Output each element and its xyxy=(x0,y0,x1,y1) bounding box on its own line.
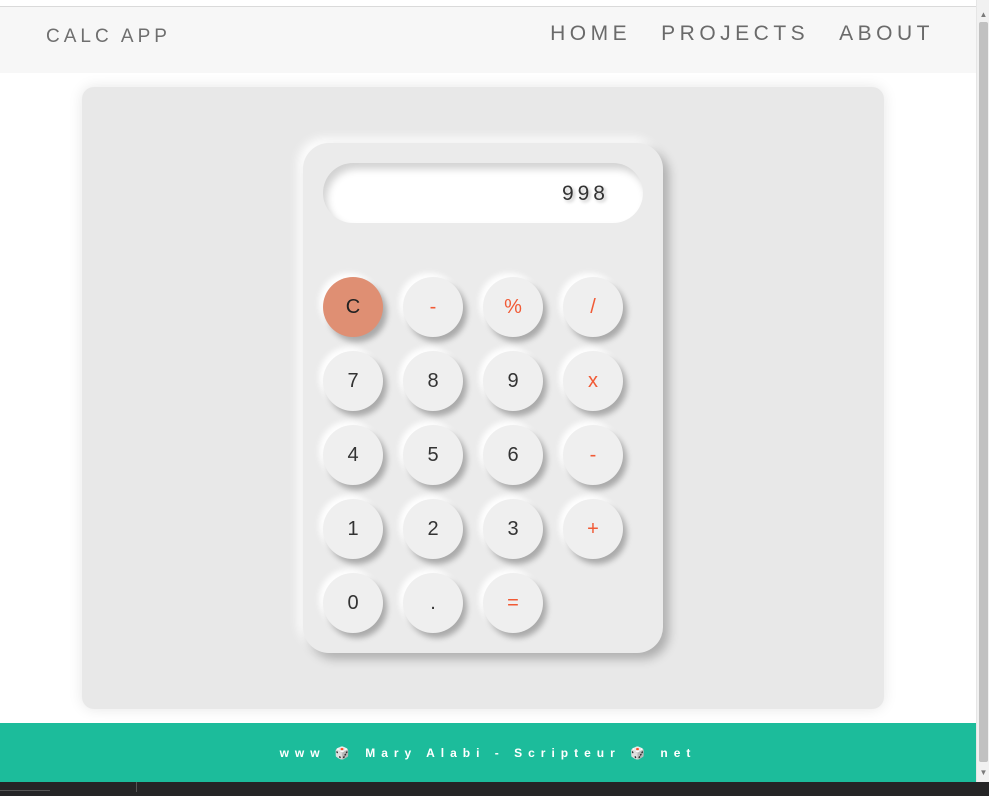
multiply-button[interactable]: x xyxy=(563,351,623,411)
calculator-display: 998 xyxy=(323,163,643,223)
digit-4-button[interactable]: 4 xyxy=(323,425,383,485)
up-arrow-icon[interactable]: ▲ xyxy=(977,8,989,22)
clear-button[interactable]: C xyxy=(323,277,383,337)
footer-credit: www 🎲 Mary Alabi - Scripteur 🎲 net xyxy=(279,745,697,760)
nav-links: HOME PROJECTS ABOUT xyxy=(520,22,934,46)
editor-indent-guide xyxy=(136,782,137,792)
nav-link-projects[interactable]: PROJECTS xyxy=(661,22,809,46)
digit-2-button[interactable]: 2 xyxy=(403,499,463,559)
digit-3-button[interactable]: 3 xyxy=(483,499,543,559)
add-button[interactable]: + xyxy=(563,499,623,559)
navbar: CALC APP HOME PROJECTS ABOUT xyxy=(0,7,976,73)
decimal-button[interactable]: . xyxy=(403,573,463,633)
digit-1-button[interactable]: 1 xyxy=(323,499,383,559)
percent-button[interactable]: % xyxy=(483,277,543,337)
digit-5-button[interactable]: 5 xyxy=(403,425,463,485)
equals-button[interactable]: = xyxy=(483,573,543,633)
scrollbar-thumb[interactable] xyxy=(979,22,988,762)
nav-link-about[interactable]: ABOUT xyxy=(839,22,934,46)
digit-7-button[interactable]: 7 xyxy=(323,351,383,411)
down-arrow-icon[interactable]: ▼ xyxy=(977,766,989,780)
digit-8-button[interactable]: 8 xyxy=(403,351,463,411)
digit-6-button[interactable]: 6 xyxy=(483,425,543,485)
subtract-button[interactable]: - xyxy=(563,425,623,485)
brand-logo[interactable]: CALC APP xyxy=(46,26,171,48)
vertical-scrollbar[interactable]: ▲ ▼ xyxy=(976,0,989,782)
underlying-editor-strip xyxy=(0,782,989,796)
digit-9-button[interactable]: 9 xyxy=(483,351,543,411)
negate-button[interactable]: - xyxy=(403,277,463,337)
footer: www 🎲 Mary Alabi - Scripteur 🎲 net xyxy=(0,723,976,782)
page: CALC APP HOME PROJECTS ABOUT 998 C - % /… xyxy=(0,0,989,796)
divide-button[interactable]: / xyxy=(563,277,623,337)
display-value: 998 xyxy=(561,182,609,205)
calculator: 998 C - % / 7 8 9 x 4 5 6 - 1 2 3 + 0 . … xyxy=(303,143,663,653)
nav-link-home[interactable]: HOME xyxy=(550,22,631,46)
digit-0-button[interactable]: 0 xyxy=(323,573,383,633)
editor-divider xyxy=(0,790,50,791)
window-top-edge xyxy=(0,0,976,7)
